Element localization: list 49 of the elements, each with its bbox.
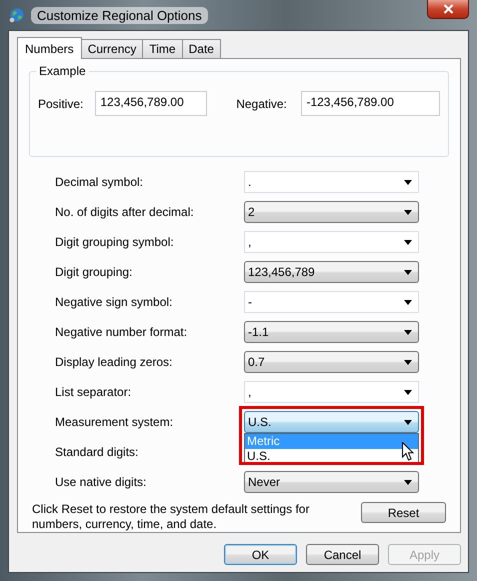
setting-label: Standard digits: <box>55 445 140 459</box>
dropdown-arrow-icon <box>404 210 412 214</box>
dropdown-arrow-icon <box>404 420 412 424</box>
dropdown[interactable]: , <box>244 231 419 253</box>
tab[interactable]: Date <box>182 39 221 58</box>
dropdown-arrow-icon <box>404 240 412 244</box>
setting-label: Digit grouping symbol: <box>55 235 175 249</box>
dropdown[interactable]: , <box>244 381 419 403</box>
field-label: Positive: <box>38 96 84 110</box>
dropdown[interactable]: Never <box>244 471 419 493</box>
negative-example-field: -123,456,789.00 <box>301 91 440 116</box>
dropdown[interactable]: 2 <box>244 201 419 223</box>
mouse-pointer-icon <box>402 442 414 461</box>
dropdown[interactable]: . <box>244 171 419 193</box>
reset-note: Click Reset to restore the system default settings for numbers, currency, time, and date. <box>32 502 310 532</box>
dropdown[interactable]: - <box>244 291 419 313</box>
setting-label: No. of digits after decimal: <box>55 205 195 219</box>
tab[interactable]: Time <box>142 39 183 58</box>
dialog-button[interactable]: Cancel <box>306 544 379 565</box>
setting-label: Negative number format: <box>55 325 188 339</box>
dropdown[interactable]: 123,456,789 <box>244 261 419 283</box>
window-title: Customize Regional Options <box>31 6 208 24</box>
dropdown-arrow-icon <box>404 180 412 184</box>
setting-label: List separator: <box>55 385 132 399</box>
setting-label: Use native digits: <box>55 475 148 489</box>
setting-label: Display leading zeros: <box>55 355 174 369</box>
dropdown-arrow-icon <box>404 300 412 304</box>
dropdown[interactable]: 0.7 <box>244 351 419 373</box>
dialog-button[interactable]: OK <box>224 544 297 565</box>
reset-button[interactable]: Reset <box>361 502 446 523</box>
dropdown[interactable]: U.S. <box>244 411 419 433</box>
dropdown[interactable]: -1.1 <box>244 321 419 343</box>
close-icon <box>442 4 454 14</box>
group-title: Example <box>36 64 89 78</box>
dropdown-arrow-icon <box>404 360 412 364</box>
dropdown-arrow-icon <box>404 480 412 484</box>
setting-label: Decimal symbol: <box>55 175 144 189</box>
setting-label: Negative sign symbol: <box>55 295 174 309</box>
tab[interactable]: Numbers <box>17 37 82 59</box>
dropdown-arrow-icon <box>404 270 412 274</box>
dropdown-arrow-icon <box>404 390 412 394</box>
setting-label: Measurement system: <box>55 415 174 429</box>
dropdown-arrow-icon <box>404 330 412 334</box>
close-button[interactable] <box>427 0 469 19</box>
setting-label: Digit grouping: <box>55 265 134 279</box>
tab[interactable]: Currency <box>80 39 144 58</box>
globe-icon <box>9 7 25 23</box>
positive-example-field: 123,456,789.00 <box>95 91 208 116</box>
field-label: Negative: <box>236 96 288 110</box>
